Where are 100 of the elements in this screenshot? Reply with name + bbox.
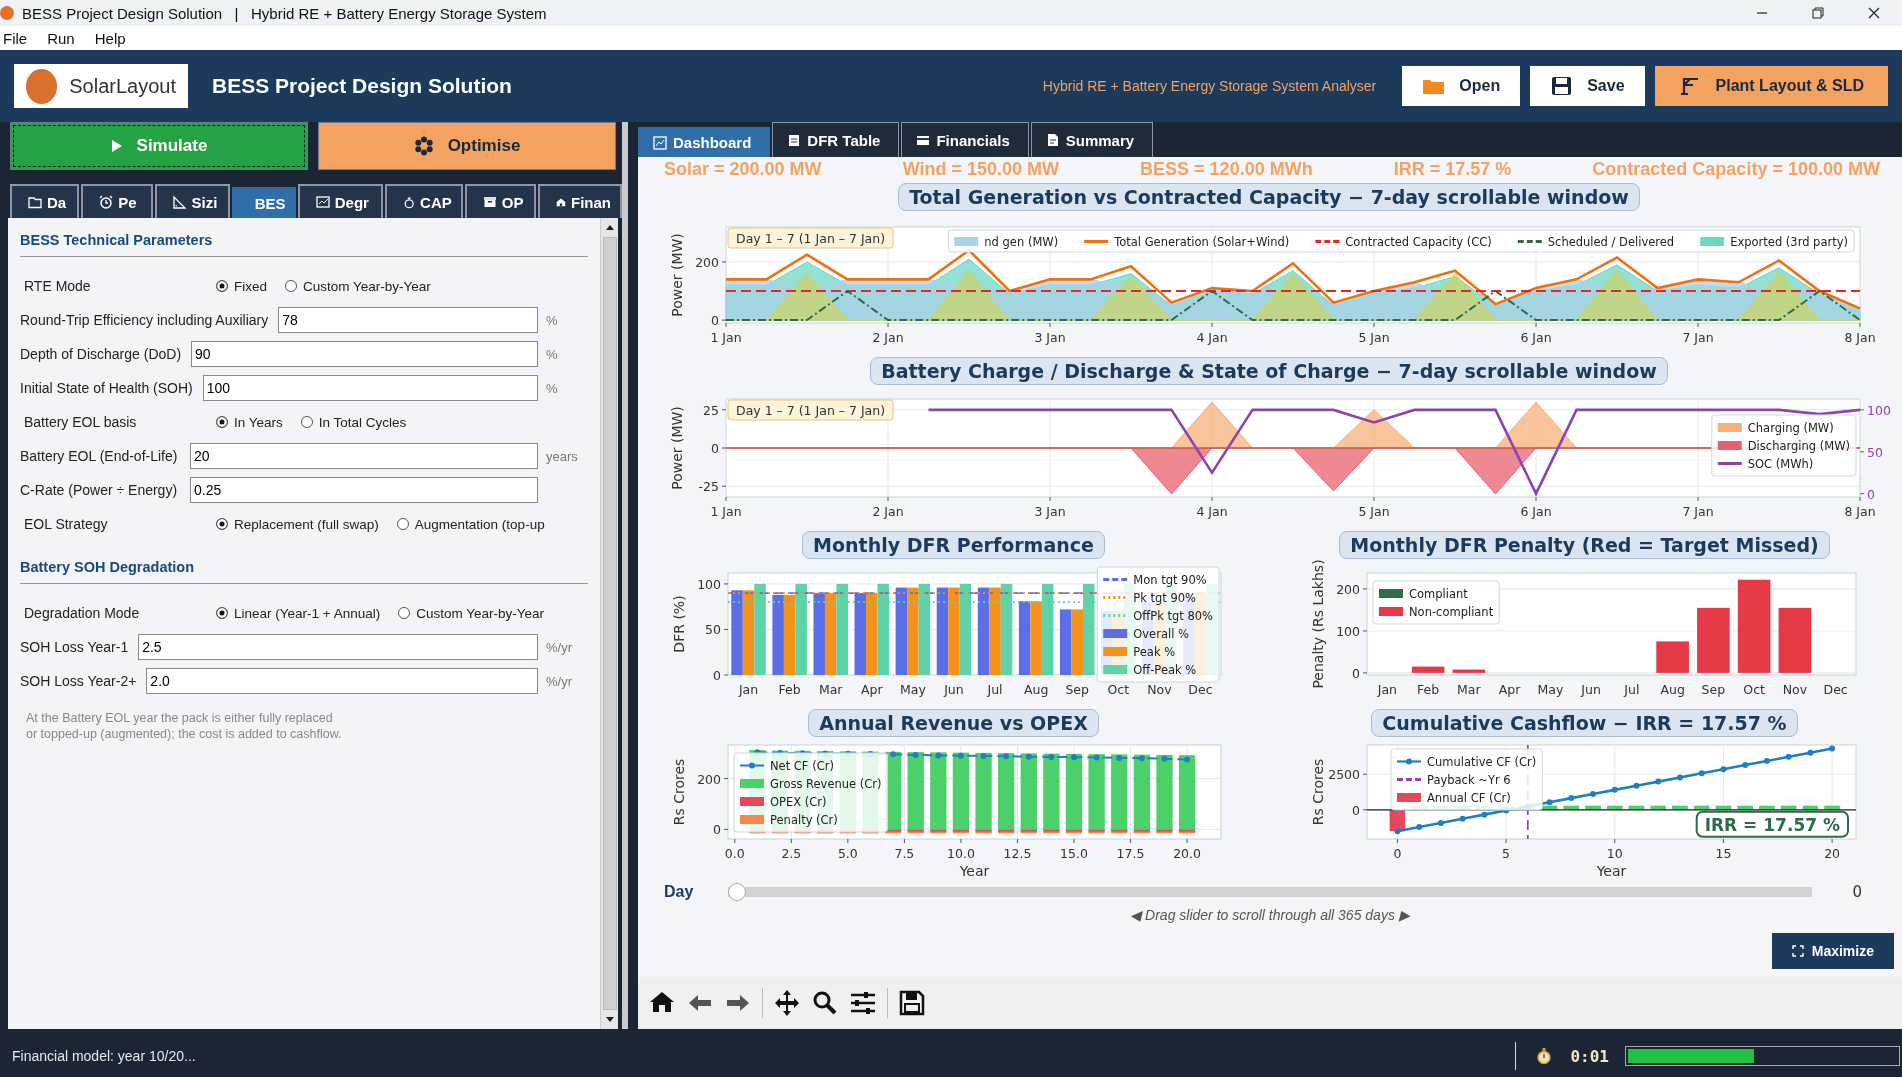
axis-tick-label: 5 [1502, 846, 1511, 861]
axis-title: Power (MW) [669, 233, 685, 317]
axis-tick-label: Mar [1457, 682, 1481, 697]
axis-tick-label: 5 Jan [1358, 330, 1390, 345]
app-subtitle: Hybrid RE + Battery Energy Storage System Analyser [1042, 78, 1377, 94]
axis-tick-label: 0 [1352, 802, 1360, 818]
axis-tick-label: Aug [1023, 682, 1049, 697]
axis-tick-label: 1 Jan [710, 504, 742, 519]
summary-value: IRR = 17.57 % [1393, 159, 1512, 181]
legend-label: Peak % [1133, 645, 1176, 659]
radio-label: In Years [234, 414, 283, 430]
axis-title: Year [959, 863, 990, 879]
axis-tick-label: Dec [1188, 682, 1213, 697]
legend-label: OffPk tgt 80% [1133, 609, 1213, 623]
axis-tick-label: 100 [1867, 402, 1891, 418]
legend-label: Off-Peak % [1133, 663, 1197, 677]
summary-value: Contracted Capacity = 100.00 MW [1592, 159, 1880, 181]
legend-label: Discharging (MW) [1747, 439, 1850, 453]
legend-label: nd gen (MW) [984, 235, 1059, 249]
axis-tick-label: 2.5 [781, 846, 802, 861]
annotation: Day 1 – 7 (1 Jan – 7 Jan) [736, 403, 886, 418]
radio-label: Replacement (full swap) [234, 516, 379, 532]
legend-label: Scheduled / Delivered [1547, 235, 1675, 249]
axis-tick-label: 0 [711, 313, 719, 329]
day-range-label: Day 1 – 7 (1 Jan – 7 Jan) [727, 399, 894, 421]
legend-label: Annual CF (Cr) [1427, 791, 1511, 805]
axis-tick-label: 100 [1336, 623, 1360, 639]
legend-label: Non-compliant [1409, 605, 1494, 619]
logo-text: SolarLayout [69, 74, 176, 98]
annotation: IRR = 17.57 % [1704, 814, 1840, 835]
axis-tick-label: 17.5 [1116, 846, 1145, 861]
axis-tick-label: 2500 [1328, 767, 1360, 783]
axis-tick-label: Nov [1147, 682, 1172, 697]
chart-title: Monthly DFR Performance [802, 531, 1105, 559]
axis-tick-label: Sep [1065, 682, 1089, 697]
legend-label: Overall % [1133, 627, 1189, 641]
field-label: RTE Mode [23, 278, 92, 294]
unit-label: % [546, 312, 559, 328]
axis-tick-label: Jul [1624, 682, 1640, 697]
field-label: Round-Trip Efficiency including Auxiliary [20, 312, 269, 328]
axis-tick-label: 5 Jan [1358, 504, 1390, 519]
axis-tick-label: Aug [1660, 682, 1685, 697]
axis-tick-label: 0 [711, 441, 719, 456]
axis-tick-label: 6 Jan [1520, 504, 1552, 519]
field-label: Depth of Discharge (DoD) [20, 346, 182, 362]
axis-tick-label: 10 [1606, 846, 1623, 861]
axis-tick-label: Oct [1107, 682, 1130, 697]
window-title: BESS Project Design Solution | Hybrid RE + Battery Energy Storage System [22, 4, 547, 22]
legend-label: Cumulative CF (Cr) [1427, 755, 1537, 769]
summary-value: Solar = 200.00 MW [664, 159, 822, 181]
axis-tick-label: 10.0 [947, 846, 975, 861]
axis-tick-label: Jun [1581, 682, 1601, 697]
axis-tick-label: 2 Jan [872, 504, 904, 519]
field-label: C-Rate (Power ÷ Energy) [20, 482, 179, 498]
axis-tick-label: Jun [944, 682, 964, 697]
hint-text: ◀ Drag slider to scroll through all 365 days ▶ [1129, 906, 1412, 925]
axis-tick-label: 1 Jan [710, 330, 742, 345]
axis-tick-label: 0 [1352, 665, 1360, 681]
radio-label: Linear (Year-1 + Annual) [234, 605, 381, 621]
axis-tick-label: 8 Jan [1844, 330, 1876, 345]
axis-tick-label: 200 [1336, 581, 1360, 597]
axis-tick-label: 0 [713, 668, 721, 683]
axis-tick-label: Sep [1701, 682, 1726, 697]
axis-tick-label: 12.5 [1003, 846, 1032, 861]
axis-tick-label: 7 Jan [1682, 504, 1714, 519]
axis-tick-label: Apr [1498, 682, 1521, 697]
status-text: Financial model: year 10/20... [12, 1048, 196, 1064]
axis-title: DFR (%) [671, 595, 687, 653]
legend-label: SOC (MWh) [1747, 457, 1814, 471]
legend-label: Total Generation (Solar+Wind) [1114, 235, 1290, 249]
radio-label: Custom Year-by-Year [416, 605, 545, 621]
axis-tick-label: 25 [703, 402, 719, 418]
legend-label: Exported (3rd party) [1730, 235, 1848, 249]
axis-tick-label: Nov [1782, 682, 1808, 697]
axis-title: Penalty (Rs Lakhs) [1310, 559, 1326, 689]
help-text: At the Battery EOL year the pack is either fully replaced or topped-up (augmented); the cost is added to cashflow. [25, 710, 343, 743]
section-heading: Battery SOH Degradation [20, 559, 196, 575]
axis-tick-label: 100 [697, 576, 721, 592]
section-heading: BESS Technical Parameters [20, 232, 214, 248]
legend-label: Compliant [1409, 587, 1468, 601]
axis-tick-label: -25 [698, 479, 719, 495]
axis-tick-label: 0.0 [724, 846, 745, 861]
slider-value: 0 [1851, 883, 1862, 901]
axis-tick-label: Feb [778, 682, 801, 697]
unit-label: %/yr [546, 673, 573, 689]
axis-title: Power (MW) [669, 406, 685, 490]
axis-title: Rs Crores [1310, 758, 1326, 826]
field-label: EOL Strategy [23, 516, 109, 532]
radio-label: Fixed [234, 278, 267, 294]
axis-tick-label: Jul [987, 682, 1003, 697]
axis-tick-label: Mar [818, 682, 843, 697]
legend-label: OPEX (Cr) [770, 795, 827, 809]
legend-label: Payback ~Yr 6 [1427, 773, 1511, 787]
axis-tick-label: 2 Jan [872, 330, 904, 345]
axis-tick-label: 5.0 [837, 846, 858, 861]
field-label: Initial State of Health (SOH) [20, 380, 193, 396]
day-range-label: Day 1 – 7 (1 Jan – 7 Jan) [727, 227, 894, 249]
axis-tick-label: 200 [697, 771, 721, 787]
radio-label: Custom Year-by-Year [303, 278, 431, 294]
slider-label: Day [664, 883, 695, 901]
